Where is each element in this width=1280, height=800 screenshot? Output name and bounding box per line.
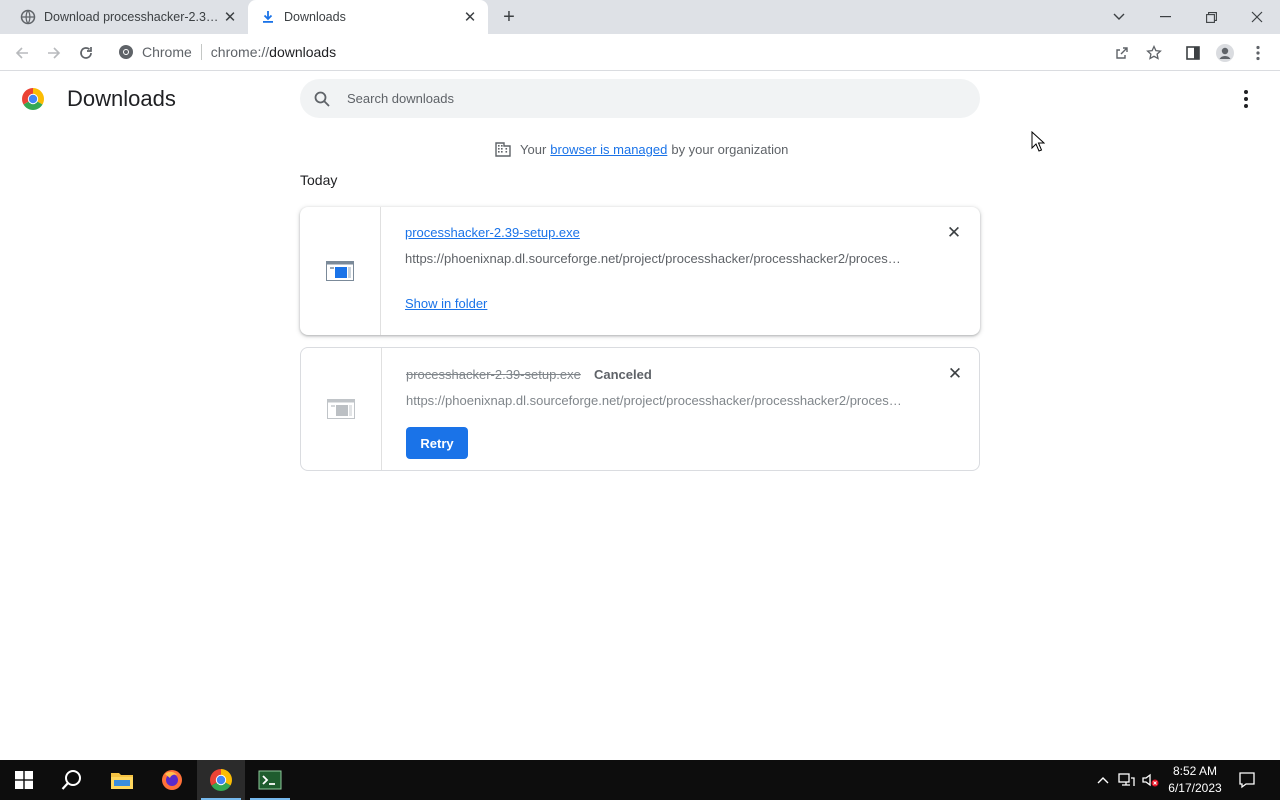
date-section-header: Today bbox=[300, 172, 338, 188]
notifications-icon[interactable] bbox=[1234, 760, 1260, 800]
browser-managed-link[interactable]: browser is managed bbox=[550, 142, 667, 157]
taskbar-clock[interactable]: 8:52 AM 6/17/2023 bbox=[1160, 763, 1230, 797]
chrome-menu-icon[interactable] bbox=[1246, 41, 1270, 65]
file-icon-column bbox=[300, 207, 381, 335]
chrome-logo-icon bbox=[22, 88, 44, 110]
firefox-icon[interactable] bbox=[148, 760, 196, 800]
show-hidden-icons-icon[interactable] bbox=[1093, 760, 1113, 800]
omnibox-origin-label: Chrome bbox=[142, 44, 192, 60]
start-icon[interactable] bbox=[0, 760, 48, 800]
tab-search-icon[interactable] bbox=[1096, 0, 1142, 34]
download-filename-link[interactable]: processhacker-2.39-setup.exe bbox=[405, 225, 580, 240]
tab-strip: Download processhacker-2.39-setup.exe ✕ … bbox=[0, 0, 1280, 34]
new-tab-button[interactable]: + bbox=[498, 6, 520, 28]
url-path: downloads bbox=[269, 44, 337, 60]
minimize-icon[interactable] bbox=[1142, 0, 1188, 34]
side-panel-icon[interactable] bbox=[1181, 41, 1205, 65]
network-icon[interactable] bbox=[1115, 760, 1137, 800]
retry-button[interactable]: Retry bbox=[406, 427, 468, 459]
download-filename: processhacker-2.39-setup.exe bbox=[406, 367, 581, 382]
download-icon bbox=[260, 9, 276, 25]
mouse-cursor-icon bbox=[1031, 131, 1045, 152]
page-title: Downloads bbox=[67, 86, 176, 111]
browser-toolbar: Chrome chrome://downloads bbox=[0, 34, 1280, 71]
search-downloads-input[interactable]: Search downloads bbox=[300, 79, 980, 118]
download-status-label: Canceled bbox=[594, 367, 652, 382]
chrome-site-icon bbox=[118, 44, 134, 60]
omnibox-separator bbox=[200, 44, 202, 60]
close-tab-icon[interactable]: ✕ bbox=[220, 7, 240, 27]
forward-button[interactable] bbox=[41, 40, 67, 66]
search-icon[interactable] bbox=[48, 760, 96, 800]
search-placeholder: Search downloads bbox=[347, 91, 454, 106]
remove-from-list-icon[interactable]: ✕ bbox=[944, 223, 964, 243]
managed-suffix: by your organization bbox=[671, 141, 789, 157]
tab-download-processhacker[interactable]: Download processhacker-2.39-setup.exe ✕ bbox=[8, 0, 248, 34]
tab-title: Downloads bbox=[284, 10, 346, 24]
address-bar[interactable]: Chrome chrome://downloads bbox=[110, 38, 1110, 66]
windows-taskbar: 8:52 AM 6/17/2023 bbox=[0, 760, 1280, 800]
close-tab-icon[interactable]: ✕ bbox=[460, 7, 480, 27]
managed-prefix: Your bbox=[520, 141, 547, 157]
tab-downloads[interactable]: Downloads ✕ bbox=[248, 0, 488, 34]
share-icon[interactable] bbox=[1110, 41, 1134, 65]
profile-avatar-icon[interactable] bbox=[1213, 41, 1237, 65]
exe-file-icon bbox=[326, 261, 354, 281]
more-actions-icon[interactable] bbox=[1236, 88, 1256, 110]
file-icon-column bbox=[301, 348, 382, 470]
reload-button[interactable] bbox=[73, 40, 99, 66]
chrome-icon[interactable] bbox=[197, 760, 245, 800]
show-in-folder-link[interactable]: Show in folder bbox=[405, 296, 487, 311]
globe-icon bbox=[20, 9, 36, 25]
download-item-completed: processhacker-2.39-setup.exe https://pho… bbox=[300, 207, 980, 335]
bookmark-star-icon[interactable] bbox=[1142, 41, 1166, 65]
clock-time: 8:52 AM bbox=[1172, 764, 1218, 778]
close-window-icon[interactable] bbox=[1234, 0, 1280, 34]
download-source-url: https://phoenixnap.dl.sourceforge.net/pr… bbox=[406, 393, 906, 408]
back-button[interactable] bbox=[9, 40, 35, 66]
building-icon bbox=[495, 142, 511, 157]
download-source-url: https://phoenixnap.dl.sourceforge.net/pr… bbox=[405, 251, 905, 266]
file-explorer-icon[interactable] bbox=[98, 760, 146, 800]
clock-date: 6/17/2023 bbox=[1168, 781, 1222, 795]
remove-from-list-icon[interactable]: ✕ bbox=[945, 364, 965, 384]
managed-notice: Your browser is managed by your organiza… bbox=[494, 139, 788, 159]
volume-muted-icon[interactable] bbox=[1139, 760, 1161, 800]
restore-icon[interactable] bbox=[1188, 0, 1234, 34]
download-item-canceled: processhacker-2.39-setup.exe Canceled ht… bbox=[300, 347, 980, 471]
exe-file-icon bbox=[327, 399, 355, 419]
tab-title: Download processhacker-2.39-setup.exe bbox=[44, 10, 220, 24]
search-icon bbox=[314, 91, 330, 107]
omnibox-url: chrome://downloads bbox=[211, 44, 336, 60]
url-scheme: chrome:// bbox=[210, 44, 270, 60]
terminal-icon[interactable] bbox=[246, 760, 294, 800]
